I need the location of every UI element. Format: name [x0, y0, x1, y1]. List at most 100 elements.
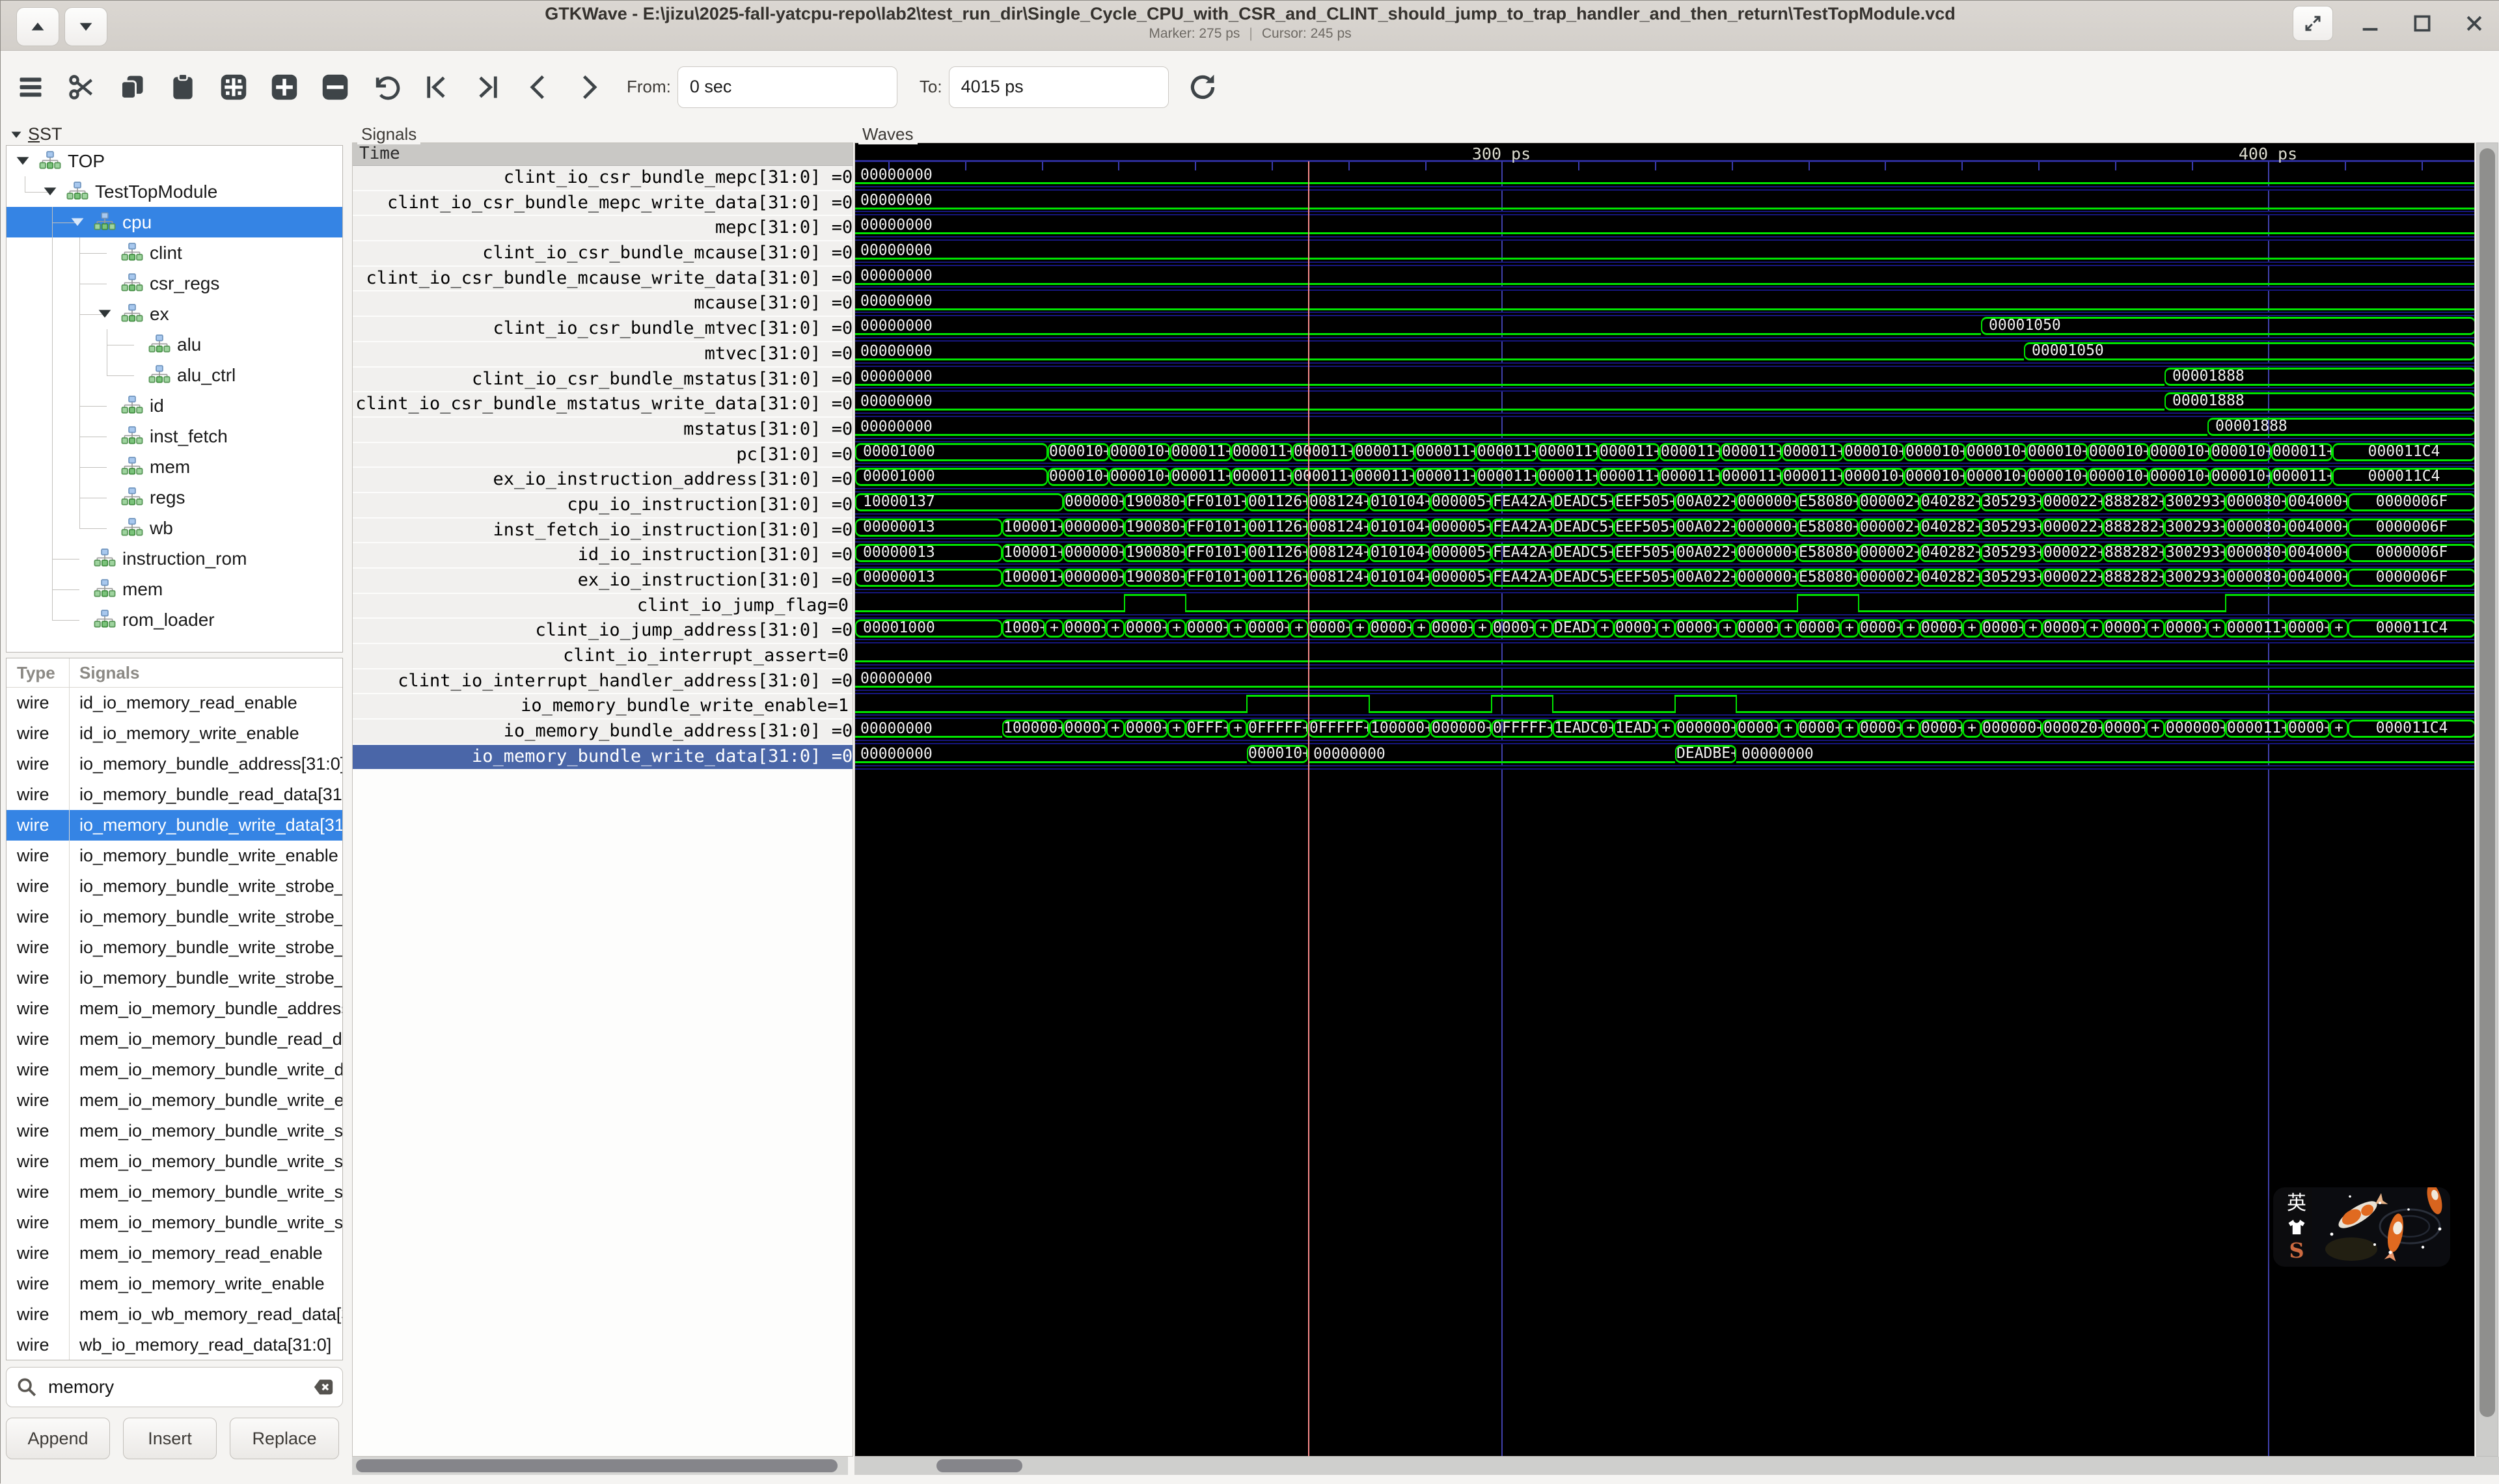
signal-list-row[interactable]: wireid_io_memory_read_enable — [7, 688, 342, 718]
sst-header[interactable]: SST — [8, 124, 62, 144]
waves-vertical-scrollbar[interactable] — [2476, 142, 2498, 1457]
expand-icon[interactable] — [2293, 6, 2333, 41]
signal-list-row[interactable]: wiremem_io_memory_bundle_write_strob — [7, 1207, 342, 1238]
wave-row-io_memory_bundle_write_enable[interactable] — [855, 694, 2475, 720]
signal-row-mcause[31:0][interactable]: mcause[31:0] =00000000 — [353, 291, 853, 317]
expander-icon[interactable] — [68, 212, 89, 233]
signal-row-mtvec[31:0][interactable]: mtvec[31:0] =00000000 — [353, 342, 853, 368]
shift-down-button[interactable] — [64, 7, 107, 46]
signal-row-ex_io_instruction_address[31:0][interactable]: ex_io_instruction_address[31:0] =0000000… — [353, 468, 853, 493]
sst-tree-item-rom_loader[interactable]: rom_loader — [7, 604, 342, 635]
signal-row-clint_io_interrupt_assert[interactable]: clint_io_interrupt_assert=0 — [353, 644, 853, 669]
reload-icon[interactable] — [1188, 70, 1222, 104]
zoom-out-icon[interactable] — [320, 72, 351, 103]
waves-canvas[interactable]: 300 ps400 ps 000000000000000000000000000… — [854, 142, 2475, 1457]
clear-search-icon[interactable] — [312, 1376, 335, 1398]
signal-row-id_io_instruction[31:0][interactable]: id_io_instruction[31:0] =00000000 — [353, 543, 853, 569]
search-input[interactable] — [47, 1370, 297, 1404]
signal-list-row[interactable]: wireio_memory_bundle_address[31:0] — [7, 749, 342, 779]
sst-tree-item-alu_ctrl[interactable]: alu_ctrl — [7, 360, 342, 390]
expander-icon[interactable] — [13, 151, 34, 172]
wave-row-io_memory_bundle_write_data[31:0][interactable]: 00000000000010+00000000DEADBE+00000000 — [855, 744, 2475, 770]
to-input[interactable] — [949, 66, 1169, 108]
signal-row-clint_io_csr_bundle_mstatus[31:0][interactable]: clint_io_csr_bundle_mstatus[31:0] =00000… — [353, 368, 853, 393]
wave-row-clint_io_jump_flag[interactable] — [855, 593, 2475, 619]
signal-row-clint_io_csr_bundle_mstatus_write_data[31:0][interactable]: clint_io_csr_bundle_mstatus_write_data[3… — [353, 392, 853, 418]
sst-tree[interactable]: TOPTestTopModulecpuclintcsr_regsexalualu… — [6, 145, 343, 653]
minimize-icon[interactable] — [2355, 8, 2385, 38]
signal-list-row[interactable]: wiremem_io_memory_bundle_write_strob — [7, 1146, 342, 1177]
waves-horizontal-scrollbar-thumb[interactable] — [936, 1459, 1022, 1472]
signal-list-row[interactable]: wireid_io_memory_write_enable — [7, 718, 342, 749]
signal-list-row[interactable]: wireio_memory_bundle_write_enable — [7, 841, 342, 871]
wave-row-mepc[31:0][interactable]: 00000000 — [855, 215, 2475, 241]
signal-row-clint_io_jump_flag[interactable]: clint_io_jump_flag=0 — [353, 594, 853, 619]
signal-row-clint_io_csr_bundle_mepc[31:0][interactable]: clint_io_csr_bundle_mepc[31:0] =00000000 — [353, 166, 853, 191]
sst-tree-item-ex[interactable]: ex — [7, 299, 342, 329]
wave-row-clint_io_csr_bundle_mcause[31:0][interactable]: 00000000 — [855, 241, 2475, 266]
sst-tree-item-instruction_rom[interactable]: instruction_rom — [7, 543, 342, 574]
wave-row-ex_io_instruction_address[31:0][interactable]: 00001000000010+000010+000011+000011+0000… — [855, 467, 2475, 492]
ime-toolbar-overlay[interactable]: 英 S — [2273, 1187, 2450, 1267]
waves-vertical-scrollbar-thumb[interactable] — [2479, 148, 2495, 1417]
from-input[interactable] — [677, 66, 897, 108]
menu-icon[interactable] — [15, 72, 46, 103]
zoom-in-icon[interactable] — [269, 72, 300, 103]
signal-row-inst_fetch_io_instruction[31:0][interactable]: inst_fetch_io_instruction[31:0] =0000000… — [353, 519, 853, 544]
append-button[interactable]: Append — [6, 1418, 110, 1459]
signals-panel[interactable]: Time clint_io_csr_bundle_mepc[31:0] =000… — [352, 142, 853, 1457]
insert-button[interactable]: Insert — [123, 1418, 217, 1459]
copy-icon[interactable] — [116, 72, 148, 103]
wave-row-mcause[31:0][interactable]: 00000000 — [855, 291, 2475, 317]
to-start-icon[interactable] — [421, 72, 452, 103]
sst-tree-item-regs[interactable]: regs — [7, 482, 342, 513]
signal-list-row[interactable]: wiremem_io_memory_read_enable — [7, 1238, 342, 1269]
wave-row-io_memory_bundle_address[31:0][interactable]: 00000000100000+0000++0000++0FFF++0FFFFF+… — [855, 719, 2475, 744]
signal-row-clint_io_csr_bundle_mcause_write_data[31:0][interactable]: clint_io_csr_bundle_mcause_write_data[31… — [353, 267, 853, 292]
close-icon[interactable] — [2459, 8, 2489, 38]
wave-row-mtvec[31:0][interactable]: 0000000000001050 — [855, 342, 2475, 367]
signal-row-clint_io_interrupt_handler_address[31:0][interactable]: clint_io_interrupt_handler_address[31:0]… — [353, 669, 853, 695]
wave-row-clint_io_interrupt_handler_address[31:0][interactable]: 00000000 — [855, 669, 2475, 694]
to-end-icon[interactable] — [472, 72, 503, 103]
signal-row-mepc[31:0][interactable]: mepc[31:0] =00000000 — [353, 216, 853, 241]
sst-tree-item-mem[interactable]: mem — [7, 452, 342, 482]
signal-row-io_memory_bundle_write_enable[interactable]: io_memory_bundle_write_enable=1 — [353, 694, 853, 720]
signal-row-clint_io_csr_bundle_mtvec[31:0][interactable]: clint_io_csr_bundle_mtvec[31:0] =0000000… — [353, 317, 853, 342]
wave-row-ex_io_instruction[31:0][interactable]: 00000013100001+000000+190080+FF0101+0011… — [855, 568, 2475, 593]
paste-icon[interactable] — [167, 72, 198, 103]
sst-tree-item-TestTopModule[interactable]: TestTopModule — [7, 176, 342, 207]
signal-list-row[interactable]: wireio_memory_bundle_write_strobe_1 — [7, 902, 342, 932]
signal-list-row[interactable]: wireio_memory_bundle_write_data[31:0] — [7, 810, 342, 841]
wave-row-clint_io_csr_bundle_mtvec[31:0][interactable]: 0000000000001050 — [855, 316, 2475, 342]
wave-row-clint_io_csr_bundle_mcause_write_data[31:0][interactable]: 00000000 — [855, 266, 2475, 291]
waves-horizontal-scrollbar[interactable] — [854, 1457, 2499, 1475]
wave-row-cpu_io_instruction[31:0][interactable]: 10000137000000+190080+FF0101+001126+0081… — [855, 492, 2475, 518]
signal-list-row[interactable]: wiremem_io_memory_bundle_read_data[ — [7, 1024, 342, 1055]
signal-list-row[interactable]: wireio_memory_bundle_read_data[31:0] — [7, 779, 342, 810]
sst-tree-item-TOP[interactable]: TOP — [7, 146, 342, 176]
wave-row-clint_io_jump_address[31:0][interactable]: 000010001000++0000++0000++0000++0000++00… — [855, 619, 2475, 644]
signal-row-ex_io_instruction[31:0][interactable]: ex_io_instruction[31:0] =00000000 — [353, 569, 853, 594]
tshirt-icon[interactable] — [2287, 1217, 2306, 1237]
signal-row-clint_io_jump_address[31:0][interactable]: clint_io_jump_address[31:0] =00000000 — [353, 619, 853, 644]
wave-row-pc[31:0][interactable]: 00001000000010+000010+000011+000011+0000… — [855, 442, 2475, 468]
signal-list-row[interactable]: wirewb_io_memory_read_data[31:0] — [7, 1330, 342, 1360]
time-header[interactable]: Time — [353, 143, 853, 166]
wave-row-id_io_instruction[31:0][interactable]: 00000013100001+000000+190080+FF0101+0011… — [855, 543, 2475, 569]
wave-row-mstatus[31:0][interactable]: 0000000000001888 — [855, 417, 2475, 442]
signal-list-row[interactable]: wireio_memory_bundle_write_strobe_2 — [7, 932, 342, 963]
signal-list-row[interactable]: wiremem_io_memory_bundle_write_strob — [7, 1177, 342, 1207]
zoom-fit-icon[interactable] — [218, 72, 249, 103]
signals-horizontal-scrollbar[interactable] — [352, 1457, 848, 1475]
sst-tree-item-inst_fetch[interactable]: inst_fetch — [7, 421, 342, 452]
wave-row-inst_fetch_io_instruction[31:0][interactable]: 00000013100001+000000+190080+FF0101+0011… — [855, 518, 2475, 543]
sst-tree-item-csr_regs[interactable]: csr_regs — [7, 268, 342, 299]
wave-row-clint_io_csr_bundle_mstatus_write_data[31:0][interactable]: 0000000000001888 — [855, 392, 2475, 417]
undo-icon[interactable] — [370, 72, 402, 103]
marker-line[interactable] — [1308, 161, 1309, 1456]
wave-row-clint_io_interrupt_assert[interactable] — [855, 643, 2475, 669]
prev-icon[interactable] — [523, 72, 554, 103]
wave-row-clint_io_csr_bundle_mepc_write_data[31:0][interactable]: 00000000 — [855, 191, 2475, 216]
sst-tree-item-wb[interactable]: wb — [7, 513, 342, 543]
